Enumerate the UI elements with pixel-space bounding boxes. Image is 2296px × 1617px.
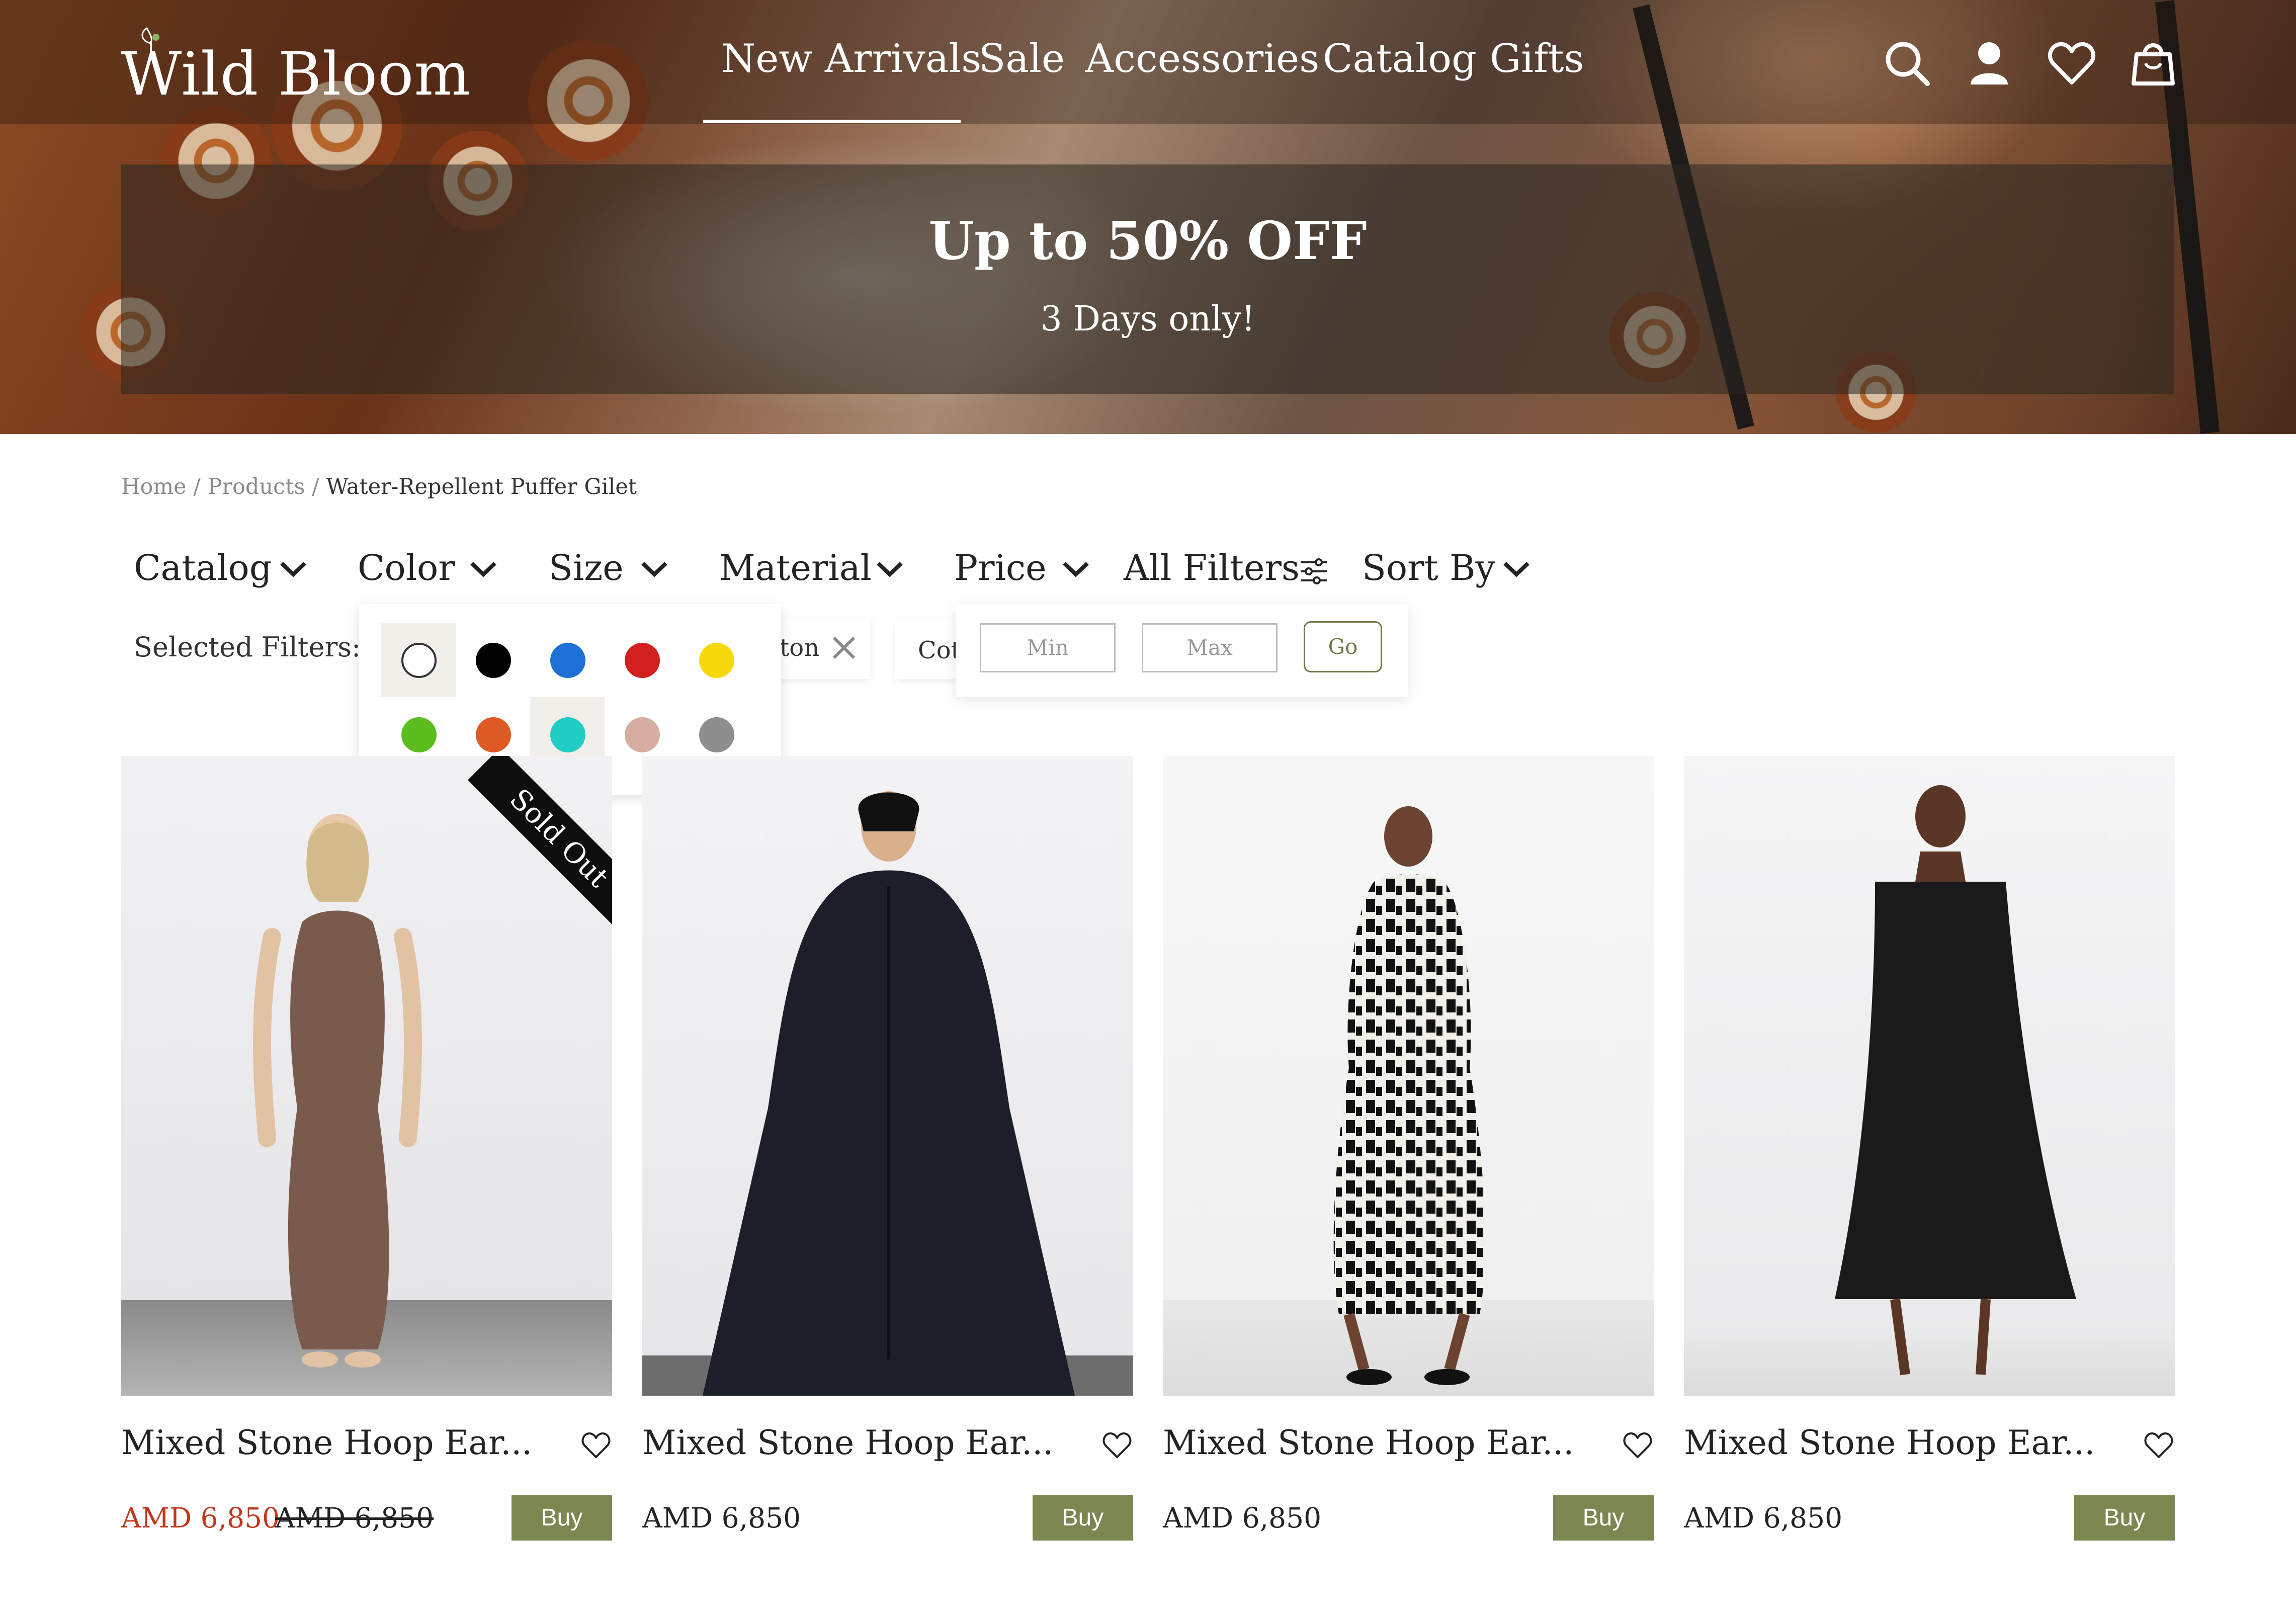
color-swatch (699, 717, 734, 752)
heart-icon[interactable] (2044, 35, 2099, 91)
color-swatch (699, 643, 734, 678)
selected-filters-label: Selected Filters: (134, 631, 361, 663)
filter-all-filters[interactable]: All Filters (1124, 547, 1300, 588)
bag-icon[interactable] (2125, 35, 2181, 91)
product-price: AMD 6,850 (1684, 1502, 1843, 1534)
color-swatch (625, 643, 660, 678)
filter-sliders-icon[interactable] (1299, 556, 1329, 586)
nav-gifts[interactable]: Gifts (1490, 36, 1584, 81)
model-figure (1333, 806, 1485, 1385)
wishlist-heart-icon[interactable] (1622, 1430, 1654, 1460)
brand-logo[interactable]: Wild Bloom (121, 39, 471, 109)
price-range-panel: Min Max Go (956, 604, 1408, 697)
color-option[interactable] (530, 623, 605, 697)
product-title[interactable]: Mixed Stone Hoop Ear... (1684, 1423, 2095, 1462)
product-price: AMD 6,850 (1163, 1502, 1322, 1534)
product-sale-price: AMD 6,850 (121, 1502, 280, 1534)
chevron-down-icon[interactable] (640, 559, 669, 578)
filter-sort-by[interactable]: Sort By (1362, 547, 1495, 588)
filter-material[interactable]: Material (719, 547, 872, 588)
nav-sale[interactable]: Sale (979, 36, 1065, 81)
promo-title: Up to 50% OFF (928, 210, 1367, 272)
product-image[interactable]: Sold Out (121, 756, 612, 1396)
model-figure (1835, 785, 2076, 1376)
promo-subtitle: 3 Days only! (1040, 299, 1255, 339)
product-image[interactable] (642, 756, 1133, 1396)
product-card[interactable]: Sold Out Mixed Stone Hoop Ear... AMD 6,8… (121, 756, 612, 1541)
model-figure (253, 814, 422, 1368)
color-option[interactable] (456, 623, 530, 697)
price-min-input[interactable]: Min (980, 623, 1116, 672)
filter-catalog[interactable]: Catalog (134, 547, 272, 588)
chevron-down-icon[interactable] (875, 559, 904, 578)
promo-box[interactable]: Up to 50% OFF 3 Days only! (121, 164, 2174, 394)
color-swatch (476, 717, 511, 752)
hero-banner: Wild Bloom New Arrivals Sale Accessories… (0, 0, 2296, 434)
product-old-price: AMD 6,850 (275, 1502, 434, 1534)
color-swatch (550, 717, 585, 752)
product-title[interactable]: Mixed Stone Hoop Ear... (642, 1423, 1053, 1462)
model-figure (703, 791, 1075, 1396)
color-option[interactable] (605, 623, 679, 697)
buy-button[interactable]: Buy (1553, 1495, 1654, 1541)
breadcrumb-home[interactable]: Home (121, 474, 187, 499)
nav-catalog[interactable]: Catalog (1323, 36, 1477, 81)
nav-new-arrivals[interactable]: New Arrivals (721, 36, 981, 81)
color-swatch (401, 717, 437, 752)
buy-button[interactable]: Buy (512, 1495, 612, 1541)
chevron-down-icon[interactable] (1061, 559, 1090, 578)
wishlist-heart-icon[interactable] (580, 1430, 612, 1460)
nav-active-underline (703, 120, 961, 123)
color-swatch (476, 643, 511, 678)
color-option[interactable] (679, 623, 753, 697)
filter-chip[interactable]: Cot (895, 619, 956, 679)
product-price: AMD 6,850 (642, 1502, 801, 1534)
color-swatch (401, 643, 437, 678)
close-icon[interactable] (829, 633, 859, 663)
filter-chip-label: ton (780, 634, 820, 662)
product-image[interactable] (1163, 756, 1654, 1396)
chevron-down-icon[interactable] (279, 559, 308, 578)
chevron-down-icon[interactable] (1502, 559, 1531, 578)
product-card[interactable]: Mixed Stone Hoop Ear... AMD 6,850 Buy (1684, 756, 2175, 1541)
wishlist-heart-icon[interactable] (2143, 1430, 2175, 1460)
wishlist-heart-icon[interactable] (1101, 1430, 1133, 1460)
filter-price[interactable]: Price (954, 547, 1047, 588)
breadcrumb-current: Water-Repellent Puffer Gilet (326, 474, 637, 499)
product-card[interactable]: Mixed Stone Hoop Ear... AMD 6,850 Buy (1163, 756, 1654, 1541)
breadcrumb-separator: / (193, 474, 201, 499)
breadcrumb-separator: / (312, 474, 319, 499)
search-icon[interactable] (1879, 35, 1934, 91)
filter-size[interactable]: Size (549, 547, 624, 588)
color-swatch (550, 643, 585, 678)
buy-button[interactable]: Buy (1033, 1495, 1133, 1541)
product-image[interactable] (1684, 756, 2175, 1396)
chevron-down-icon[interactable] (469, 559, 498, 578)
product-card[interactable]: Mixed Stone Hoop Ear... AMD 6,850 Buy (642, 756, 1133, 1541)
user-icon[interactable] (1962, 35, 2017, 91)
product-title[interactable]: Mixed Stone Hoop Ear... (1163, 1423, 1574, 1462)
color-option[interactable] (381, 623, 456, 697)
filter-chip[interactable]: ton (775, 619, 870, 679)
price-max-input[interactable]: Max (1142, 623, 1278, 672)
buy-button[interactable]: Buy (2074, 1495, 2175, 1541)
filter-chip-label: Cot (918, 636, 956, 664)
breadcrumb-products[interactable]: Products (207, 474, 305, 499)
breadcrumb: Home / Products / Water-Repellent Puffer… (121, 474, 637, 499)
color-swatch (625, 717, 660, 752)
price-go-button[interactable]: Go (1304, 621, 1382, 672)
nav-accessories[interactable]: Accessories (1085, 36, 1319, 81)
filter-color[interactable]: Color (358, 547, 455, 588)
product-title[interactable]: Mixed Stone Hoop Ear... (121, 1423, 532, 1462)
